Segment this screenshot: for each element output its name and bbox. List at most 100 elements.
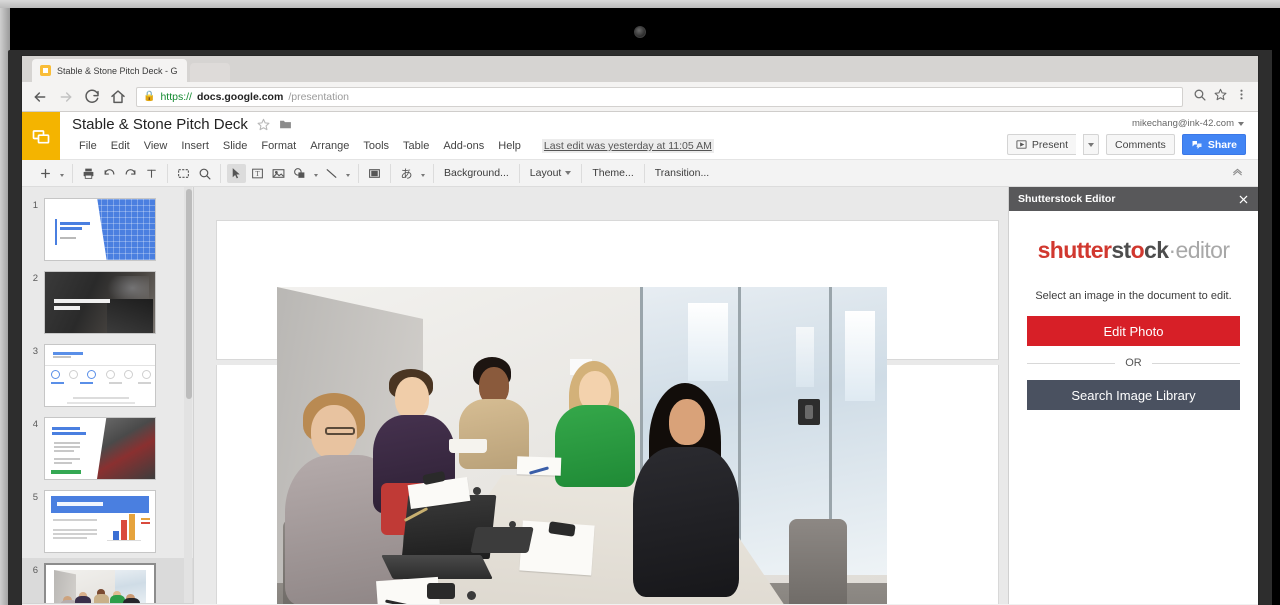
or-label: OR xyxy=(1125,357,1142,369)
input-tools-icon[interactable]: あ xyxy=(397,164,416,183)
browser-tab-inactive[interactable] xyxy=(190,63,230,82)
input-tools-dropdown-caret[interactable] xyxy=(418,164,427,183)
thumb-body-line xyxy=(53,533,97,535)
menu-item-view[interactable]: View xyxy=(137,138,175,154)
menu-bar: File Edit View Insert Slide Format Arran… xyxy=(72,138,714,154)
google-slides-icon[interactable] xyxy=(22,112,60,160)
shape-dropdown-caret[interactable] xyxy=(311,164,320,183)
page-title[interactable]: Stable & Stone Pitch Deck xyxy=(72,116,248,133)
layout-button[interactable]: Layout xyxy=(520,163,583,183)
zoom-icon[interactable] xyxy=(195,164,214,183)
lock-icon: 🔒 xyxy=(143,90,156,102)
slide-thumbnail[interactable] xyxy=(44,271,156,334)
theme-button[interactable]: Theme... xyxy=(582,163,645,183)
thumb-label xyxy=(138,382,151,384)
photo-object xyxy=(509,521,516,528)
thumb-title-line xyxy=(57,502,103,506)
google-slides-app: Stable & Stone Pitch Deck File Edit View… xyxy=(22,112,1258,604)
toolbar-group-zoom xyxy=(168,163,221,183)
new-slide-icon[interactable] xyxy=(36,164,55,183)
line-icon[interactable] xyxy=(322,164,341,183)
thumb-body-line xyxy=(54,462,72,464)
slide-number: 2 xyxy=(32,273,38,284)
paint-format-icon[interactable] xyxy=(142,164,161,183)
fit-to-window-icon[interactable] xyxy=(174,164,193,183)
text-box-icon[interactable]: T xyxy=(248,164,267,183)
menu-item-help[interactable]: Help xyxy=(491,138,528,154)
select-arrow-icon[interactable] xyxy=(227,163,246,183)
redo-icon[interactable] xyxy=(121,164,140,183)
insert-image-icon[interactable] xyxy=(269,164,288,183)
menu-item-format[interactable]: Format xyxy=(254,138,303,154)
menu-item-tools[interactable]: Tools xyxy=(356,138,396,154)
slide-filmstrip[interactable]: 1 2 3 4 5 6 xyxy=(22,187,194,604)
slide-thumbnail-selected[interactable] xyxy=(44,563,156,604)
filmstrip-slide-1[interactable]: 1 xyxy=(22,193,193,266)
filmstrip-slide-2[interactable]: 2 xyxy=(22,266,193,339)
account-email[interactable]: mikechang@ink-42.com xyxy=(1132,118,1244,129)
slide-thumbnail[interactable] xyxy=(44,417,156,480)
mask-image-icon[interactable] xyxy=(365,164,384,183)
star-outline-icon[interactable] xyxy=(257,118,270,131)
search-image-library-button[interactable]: Search Image Library xyxy=(1027,380,1240,410)
undo-icon[interactable] xyxy=(100,164,119,183)
new-slide-dropdown-caret[interactable] xyxy=(57,164,66,183)
thumb-divider xyxy=(45,365,155,366)
print-icon[interactable] xyxy=(79,164,98,183)
menu-item-addons[interactable]: Add-ons xyxy=(436,138,491,154)
slide-thumbnail[interactable] xyxy=(44,198,156,261)
thumb-footer-line xyxy=(67,402,135,404)
reload-icon[interactable] xyxy=(84,89,100,105)
thumb-icon xyxy=(105,370,115,379)
back-arrow-icon[interactable] xyxy=(32,89,48,105)
comments-button[interactable]: Comments xyxy=(1106,134,1175,155)
edit-photo-button[interactable]: Edit Photo xyxy=(1027,316,1240,346)
home-icon[interactable] xyxy=(110,89,126,105)
search-icon[interactable] xyxy=(1193,88,1206,106)
photo-cup xyxy=(449,439,487,453)
menu-item-slide[interactable]: Slide xyxy=(216,138,254,154)
photo-object xyxy=(473,487,481,495)
url-host: docs.google.com xyxy=(196,90,284,103)
slide-image-conference-room[interactable] xyxy=(277,287,887,604)
browser-tab[interactable]: Stable & Stone Pitch Deck - G xyxy=(32,59,187,82)
close-icon[interactable] xyxy=(1238,194,1249,205)
transition-button[interactable]: Transition... xyxy=(645,164,719,183)
chevron-down-icon xyxy=(565,171,572,175)
menu-item-arrange[interactable]: Arrange xyxy=(303,138,356,154)
thumb-label-row xyxy=(51,382,151,384)
slide-canvas-area[interactable] xyxy=(194,187,1008,604)
chevron-up-icon[interactable] xyxy=(1231,165,1244,178)
filmstrip-slide-4[interactable]: 4 xyxy=(22,412,193,485)
thumb-bar-chart xyxy=(113,514,135,540)
filmstrip-slide-5[interactable]: 5 xyxy=(22,485,193,558)
filmstrip-slide-3[interactable]: 3 xyxy=(22,339,193,412)
filmstrip-scrollbar-thumb[interactable] xyxy=(186,189,192,399)
filmstrip-slide-6[interactable]: 6 xyxy=(22,558,193,604)
present-dropdown-button[interactable] xyxy=(1083,134,1100,155)
toolbar-group-input-tools: あ xyxy=(391,163,434,183)
present-button[interactable]: Present xyxy=(1006,134,1077,155)
slide-thumbnail[interactable] xyxy=(44,490,156,553)
menu-item-insert[interactable]: Insert xyxy=(174,138,216,154)
background-button[interactable]: Background... xyxy=(434,163,520,183)
menu-item-file[interactable]: File xyxy=(72,138,104,154)
shape-icon[interactable] xyxy=(290,164,309,183)
menu-item-table[interactable]: Table xyxy=(396,138,436,154)
thumb-title-line xyxy=(53,352,83,355)
last-edit-status[interactable]: Last edit was yesterday at 11:05 AM xyxy=(541,139,714,153)
menu-item-edit[interactable]: Edit xyxy=(104,138,137,154)
share-button-label: Share xyxy=(1207,138,1237,151)
three-dot-menu-icon[interactable] xyxy=(1235,88,1248,106)
folder-icon[interactable] xyxy=(279,118,292,131)
slide-thumbnail[interactable] xyxy=(44,344,156,407)
share-button[interactable]: Share xyxy=(1181,134,1246,155)
browser-toolbar-actions xyxy=(1193,88,1248,106)
thumb-body-line xyxy=(54,450,74,452)
logo-part-o: o xyxy=(1130,237,1145,263)
thumb-label xyxy=(80,382,93,384)
url-address-bar[interactable]: 🔒 https:// docs.google.com/presentation xyxy=(136,86,1183,107)
star-icon[interactable] xyxy=(1214,88,1227,106)
url-path: /presentation xyxy=(288,90,350,103)
line-dropdown-caret[interactable] xyxy=(343,164,352,183)
